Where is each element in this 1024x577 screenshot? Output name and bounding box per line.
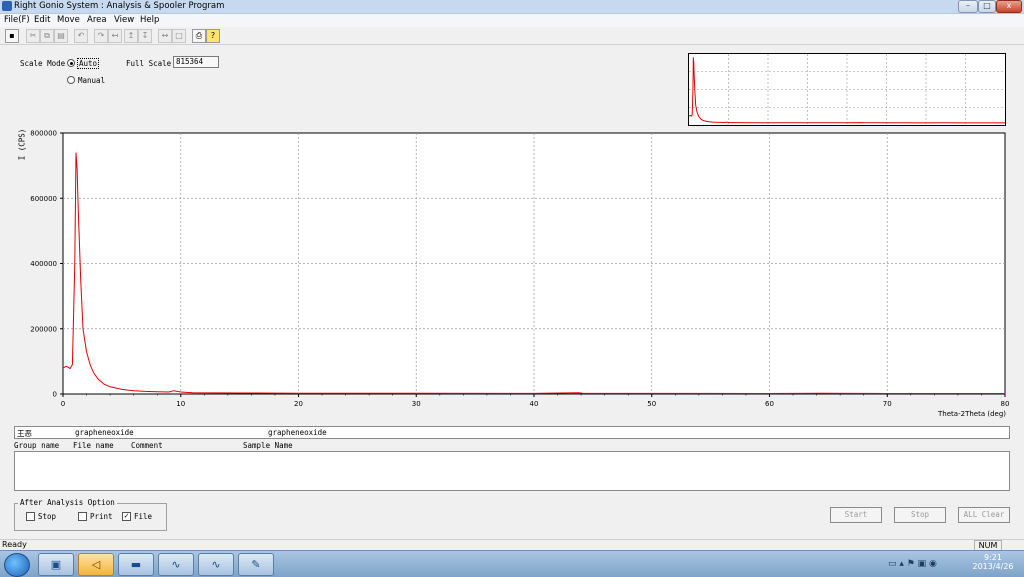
clock-time: 9:21 [984,553,1002,562]
x-tick-label: 30 [412,400,421,408]
header-group-name: Group name [14,441,60,450]
x-tick-label: 50 [647,400,656,408]
x-axis-title: Theta-2Theta (deg) [937,410,1006,418]
options-legend: After Analysis Option [18,498,117,507]
x-tick-label: 80 [1001,400,1010,408]
back-app-icon[interactable]: ◁ [78,553,114,576]
y-tick-label: 400000 [30,260,57,268]
x-tick-label: 20 [294,400,303,408]
file-checkbox[interactable]: ✓ [122,512,131,521]
y-tick-label: 200000 [30,325,57,333]
status-text: Ready [2,540,27,549]
header-comment: Comment [131,441,163,450]
start-button[interactable]: Start [830,507,882,523]
stop-checkbox[interactable] [26,512,35,521]
spectrum-app-icon-2[interactable]: ∿ [198,553,234,576]
y-tick-label: 800000 [30,130,57,138]
sample-list[interactable] [14,451,1010,491]
stop-button[interactable]: Stop [894,507,946,523]
taskbar: ▣ ◁ ▬ ∿ ∿ ✎ ▭ ▴ ⚑ ▣ ◉ 9:21 2013/4/26 [0,550,1024,577]
folder-app-icon[interactable]: ▬ [118,553,154,576]
tray-icons[interactable]: ▭ ▴ ⚑ ▣ ◉ [888,559,937,569]
print-checkbox-label[interactable]: Print [90,512,113,521]
status-bar: Ready NUM [0,539,1024,551]
clock[interactable]: 9:21 2013/4/26 [968,553,1018,571]
group-name-value: 王恶 [17,429,32,438]
file-name-value: grapheneoxide [75,428,134,437]
x-tick-label: 0 [61,400,65,408]
y-tick-label: 0 [53,391,57,399]
sample-row[interactable]: 王恶 grapheneoxide grapheneoxide [14,426,1010,439]
x-tick-label: 40 [530,400,539,408]
stop-checkbox-label[interactable]: Stop [38,512,56,521]
all-clear-button[interactable]: ALL Clear [958,507,1010,523]
y-tick-label: 600000 [30,195,57,203]
print-checkbox[interactable] [78,512,87,521]
header-file-name: File name [73,441,114,450]
spectrum-app-icon[interactable]: ∿ [158,553,194,576]
file-checkbox-label[interactable]: File [134,512,152,521]
start-button-icon[interactable] [4,553,30,577]
main-chart[interactable]: 0 10 20 30 40 50 60 70 80 800000 600000 400000 20000… [0,0,1024,420]
paint-app-icon[interactable]: ✎ [238,553,274,576]
x-tick-label: 10 [176,400,185,408]
clock-date: 2013/4/26 [972,562,1014,571]
header-sample-name: Sample Name [243,441,293,450]
computer-app-icon[interactable]: ▣ [38,553,74,576]
sample-name-value: grapheneoxide [268,428,327,437]
x-tick-label: 70 [883,400,892,408]
x-tick-label: 60 [765,400,774,408]
